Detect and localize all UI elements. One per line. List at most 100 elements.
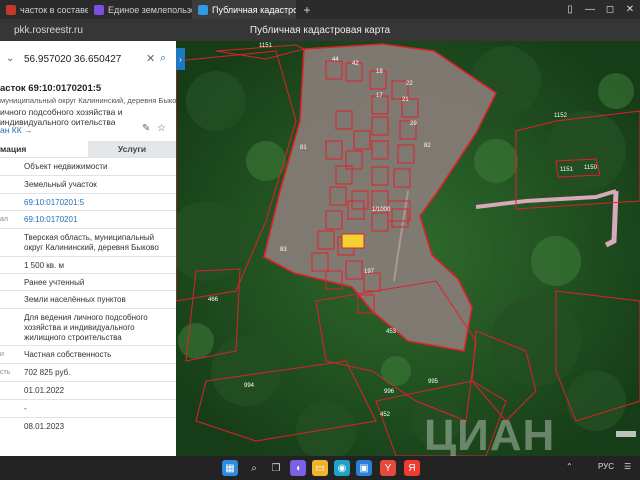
task-view-icon[interactable]: ❐ <box>268 460 284 476</box>
parcel-title: асток 69:10:0170201:5 <box>0 83 102 94</box>
tab-favicon-icon <box>94 4 104 15</box>
close-window-icon[interactable]: ✕ <box>620 4 640 15</box>
svg-text:197: 197 <box>364 269 375 275</box>
svg-text:82: 82 <box>424 143 431 149</box>
edit-icon[interactable]: ✎ <box>142 123 150 134</box>
yandex-icon[interactable]: Я <box>404 460 420 476</box>
attribute-value: Для ведения личного подсобного хозяйства… <box>24 313 148 342</box>
svg-text:453: 453 <box>386 329 397 335</box>
tab-title: Единое землепользовани <box>108 4 192 15</box>
tab-favicon-icon <box>6 4 16 15</box>
maximize-icon[interactable]: ◻ <box>600 4 620 15</box>
attribute-value: 01.01.2022 <box>24 386 65 395</box>
kk-link[interactable]: ан КК → <box>0 125 33 135</box>
windows-icon[interactable]: ▦ <box>222 460 238 476</box>
svg-text:994: 994 <box>244 383 255 389</box>
attribute-label: сть <box>0 369 11 376</box>
svg-text:22: 22 <box>406 81 413 87</box>
taskbar: ▦ ⌕ ❐ ◖ ▭ ◉ ▣ Y Я ⌃ РУС ☰ <box>0 456 640 480</box>
expand-panel-icon[interactable]: › <box>176 48 185 70</box>
attribute-row: 08.01.2023 <box>0 417 176 435</box>
attribute-value: Объект недвижимости <box>24 162 108 171</box>
attribute-value: Ранее учтенный <box>24 278 85 287</box>
svg-text:1152: 1152 <box>554 113 568 119</box>
search-icon[interactable]: ⌕ <box>160 52 166 65</box>
svg-text:1/1000: 1/1000 <box>372 207 391 213</box>
attribute-label: и <box>0 351 4 358</box>
tray-network-icon[interactable]: ☰ <box>624 462 631 471</box>
coordinate-search: ⌄ ✕ ⌕ <box>0 49 176 71</box>
info-panel: ⌄ ✕ ⌕ асток 69:10:0170201:5 муниципальны… <box>0 41 176 456</box>
attribute-value: - <box>24 404 27 413</box>
chat-icon[interactable]: ◖ <box>290 460 306 476</box>
attribute-row: - <box>0 399 176 417</box>
yandex-icon[interactable]: Y <box>380 460 396 476</box>
attribute-row: Земли населённых пунктов <box>0 290 176 308</box>
browser-tab[interactable]: часток в составе изт мо <box>0 0 88 19</box>
address-bar[interactable]: pkk.rosreestr.ru Публичная кадастровая к… <box>0 19 640 41</box>
tab-services[interactable]: Услуги <box>88 141 176 157</box>
attribute-row: 1 500 кв. м <box>0 256 176 273</box>
attribute-value: 1 500 кв. м <box>24 261 64 270</box>
new-tab-button[interactable]: + <box>299 2 315 18</box>
tray-language[interactable]: РУС <box>598 462 614 471</box>
cadastral-map[interactable]: 1151 1152 1151 1150 466 453 994 996 995 … <box>176 41 640 456</box>
tab-title: часток в составе изт мо <box>20 4 88 15</box>
tab-title: Публичная кадастровая <box>212 4 296 15</box>
svg-text:18: 18 <box>376 69 383 75</box>
tab-favicon-icon <box>198 4 208 15</box>
attribute-link[interactable]: 69:10:0170201 <box>24 215 174 225</box>
parcel-address: муниципальный округ Калининский, деревня… <box>0 96 176 105</box>
svg-text:466: 466 <box>208 297 219 303</box>
chevron-down-icon[interactable]: ⌄ <box>6 53 14 64</box>
browser-tab-active[interactable]: Публичная кадастровая ✕ <box>192 0 296 19</box>
svg-text:995: 995 <box>428 379 439 385</box>
attribute-row: Тверская область, муниципальный округ Ка… <box>0 228 176 256</box>
svg-text:42: 42 <box>352 61 359 67</box>
svg-text:452: 452 <box>380 412 391 418</box>
coordinate-input[interactable] <box>22 51 146 67</box>
edge-icon[interactable]: ◉ <box>334 460 350 476</box>
store-icon[interactable]: ▣ <box>356 460 372 476</box>
attribute-row: Для ведения личного подсобного хозяйства… <box>0 308 176 345</box>
attribute-row: и Частная собственность <box>0 345 176 363</box>
attribute-label: ал <box>0 216 8 223</box>
tray-chevron-icon[interactable]: ⌃ <box>566 462 573 471</box>
svg-text:17: 17 <box>376 93 383 99</box>
browser-tab-strip: часток в составе изт мо Единое землеполь… <box>0 0 640 19</box>
attribute-row: 69:10:0170201:5 <box>0 193 176 210</box>
svg-text:1150: 1150 <box>584 165 598 171</box>
page-title: Публичная кадастровая карта <box>249 24 391 36</box>
panel-tabs: мация Услуги <box>0 141 176 157</box>
attribute-value: Частная собственность <box>24 350 112 359</box>
attribute-row: сть 702 825 руб. <box>0 363 176 381</box>
attribute-row: Объект недвижимости <box>0 157 176 175</box>
attribute-row: Ранее учтенный <box>0 273 176 290</box>
sidebar-toggle-icon[interactable]: ▯ <box>560 4 580 15</box>
svg-text:1151: 1151 <box>259 43 273 49</box>
attribute-value: Земли населённых пунктов <box>24 295 126 304</box>
clear-icon[interactable]: ✕ <box>146 52 155 65</box>
browser-tab[interactable]: Единое землепользовани <box>88 0 192 19</box>
attribute-row: Земельный участок <box>0 175 176 193</box>
attribute-row: ал 69:10:0170201 <box>0 210 176 228</box>
satellite-map-image[interactable]: 1151 1152 1151 1150 466 453 994 996 995 … <box>176 41 640 456</box>
address-url[interactable]: pkk.rosreestr.ru <box>14 25 83 36</box>
svg-text:81: 81 <box>300 145 307 151</box>
svg-text:996: 996 <box>384 389 395 395</box>
search-icon[interactable]: ⌕ <box>246 460 262 476</box>
attribute-value: Тверская область, муниципальный округ Ка… <box>24 233 159 252</box>
attribute-value: Земельный участок <box>24 180 97 189</box>
window-controls: ▯ — ◻ ✕ <box>560 0 640 19</box>
attribute-link[interactable]: 69:10:0170201:5 <box>24 198 174 208</box>
svg-text:29: 29 <box>410 121 417 127</box>
minimize-icon[interactable]: — <box>580 4 600 15</box>
star-icon[interactable]: ☆ <box>157 123 166 134</box>
attribute-value: 702 825 руб. <box>24 368 71 377</box>
tab-information[interactable]: мация <box>0 141 88 157</box>
attribute-row: 01.01.2022 <box>0 381 176 399</box>
watermark-logo: ЦИАН <box>424 411 556 456</box>
svg-text:21: 21 <box>402 97 409 103</box>
files-icon[interactable]: ▭ <box>312 460 328 476</box>
attribute-list: Объект недвижимости Земельный участок 69:1… <box>0 157 176 435</box>
